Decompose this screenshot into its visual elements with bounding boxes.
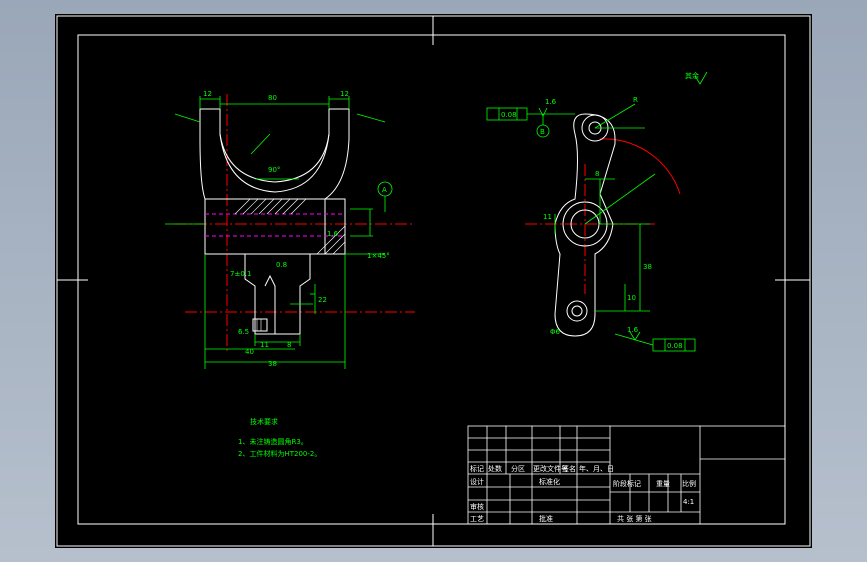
front-view [175,94,415,354]
dim-40: 40 [245,348,254,356]
tolerance-bottom-value: 0.08 [667,342,683,350]
roughness-note: 其余 [685,71,699,80]
tb-scale: 比例 [682,479,696,488]
tb-scale-value: 4:1 [683,498,694,506]
cad-viewport: 12 80 12 90° 38 40 11 8 6.5 0.8 22 1.6 7… [0,0,867,562]
title-block-text: 标记 处数 分区 更改文件号 签名 年、月、日 设计 标准化 审核 工艺 批准 … [470,464,696,523]
dim-11: 11 [260,341,269,349]
tb-stage-mark: 阶段标记 [613,479,641,488]
tb-process: 工艺 [470,515,484,523]
tb-label-1: 处数 [488,464,502,473]
dim-80: 80 [268,94,277,102]
dim-1-6: 1.6 [327,230,339,238]
tech-req-title: 技术要求 [250,417,278,426]
drawing-sheet: 12 80 12 90° 38 40 11 8 6.5 0.8 22 1.6 7… [55,14,812,548]
dim-angle: 90° [268,166,280,174]
dim-7: 7±0.1 [230,270,251,278]
front-dim-text: 12 80 12 90° 38 40 11 8 6.5 0.8 22 1.6 7… [203,90,390,368]
drawing-canvas: 12 80 12 90° 38 40 11 8 6.5 0.8 22 1.6 7… [56,15,811,547]
tech-req-line2: 2、工件材料为HT200-2。 [238,449,321,458]
arc-centerline [599,138,681,195]
tech-req-line1: 1、未注铸造圆角R3。 [238,437,308,446]
side-dim-f6: Φ6 [550,328,561,336]
tb-sheets: 共 张 第 张 [617,514,652,523]
tb-review: 审核 [470,502,484,511]
title-block [467,425,786,525]
datum-a: A [382,186,387,194]
dim-0-8: 0.8 [276,261,287,269]
inner-frame [77,34,786,525]
side-dim-11: 11 [543,213,552,221]
bottom-hole [571,305,583,317]
tb-approve: 批准 [539,514,553,523]
dim-6-5: 6.5 [238,328,249,336]
tb-design: 设计 [470,477,484,486]
sheet-border [56,15,811,547]
tolerance-top-value: 0.08 [501,111,517,119]
dim-22: 22 [318,296,327,304]
tb-label-5: 年、月、日 [579,464,614,473]
bottom-boss [566,300,588,322]
dim-45: 1×45° [367,252,390,260]
side-view [525,113,681,337]
dim-12-right: 12 [340,90,349,98]
tb-label-2: 分区 [511,464,525,473]
tb-weight: 重量 [656,480,670,488]
datum-b: B [540,128,545,136]
tech-requirements: 技术要求 1、未注铸造圆角R3。 2、工件材料为HT200-2。 [238,417,321,458]
hub-body [204,198,346,255]
dim-38: 38 [268,360,277,368]
tb-standardize: 标准化 [539,477,560,486]
tb-label-0: 标记 [470,464,484,473]
tb-label-4: 签名 [562,464,576,473]
side-dim-38: 38 [643,263,652,271]
side-dim-8: 8 [595,170,599,178]
side-dimensions [486,71,708,352]
section-hatch [234,198,346,255]
side-dim-10: 10 [627,294,636,302]
dim-8: 8 [287,341,291,349]
front-dimensions [165,96,393,369]
roughness-top: 1.6 [545,98,557,106]
dim-12-left: 12 [203,90,212,98]
roughness-bottom: 1.6 [627,326,639,334]
side-dim-r: R [633,96,638,104]
